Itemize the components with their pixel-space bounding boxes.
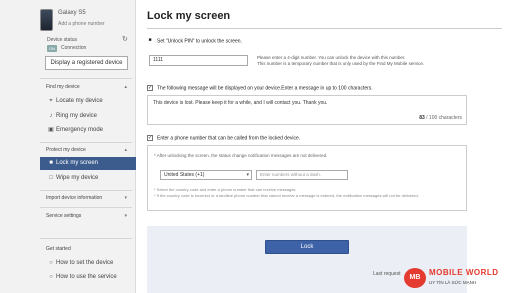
section-label: Get started — [46, 246, 71, 252]
nav-how-to-set-the-device[interactable]: ○ How to set the device — [40, 257, 136, 270]
country-code-note: * Select the country code and enter a ph… — [154, 187, 297, 192]
pin-help-text: Please enter a 4-digit number. You can u… — [257, 55, 477, 67]
divider — [40, 238, 132, 239]
nav-emergency-mode[interactable]: ▣ Emergency mode — [40, 124, 136, 137]
pin-label: Set "Unlock PIN" to unlock the screen. — [157, 38, 242, 45]
page-title: Lock my screen — [147, 10, 231, 22]
mobile-world-watermark: MB MOBILE WORLD UY TÍN LÀ SỨC MẠNH — [404, 264, 512, 293]
nav-label: Wipe my device — [56, 175, 99, 181]
chevron-down-icon: ▾ — [124, 213, 127, 219]
phone-checkbox[interactable]: ✓ — [147, 135, 153, 141]
divider — [40, 190, 132, 191]
watermark-brand: MOBILE WORLD — [429, 268, 499, 277]
section-label: Protect my device — [46, 147, 86, 153]
wipe-icon: □ — [49, 175, 53, 181]
section-find-my-device[interactable]: Find my device ▴ — [46, 84, 130, 90]
divider — [40, 142, 132, 143]
nav-label: Ring my device — [56, 113, 98, 119]
message-checkbox[interactable]: ✓ — [147, 85, 153, 91]
character-max: / 100 characters — [424, 115, 462, 121]
bullet-icon: ■ — [148, 37, 152, 43]
connection-status-badge: ON — [47, 45, 57, 52]
section-service-settings[interactable]: Service settings ▾ — [46, 213, 130, 219]
section-label: Service settings — [46, 213, 82, 219]
lock-icon: ■ — [49, 160, 53, 166]
device-name: Galaxy S5 — [58, 10, 86, 16]
chevron-up-icon: ▴ — [124, 84, 127, 90]
connection-label: Connection — [61, 45, 87, 51]
message-label: The following message will be displayed … — [157, 85, 373, 92]
section-get-started: Get started — [46, 246, 130, 252]
divider — [40, 78, 132, 79]
message-text: This device is lost. Please keep it for … — [153, 100, 328, 106]
pin-help-line: This number is a temporary number that i… — [257, 61, 425, 66]
nav-label: Emergency mode — [56, 127, 104, 133]
unlock-pin-input[interactable]: 1111 — [149, 55, 248, 66]
device-card[interactable]: Galaxy S5 Add a phone number — [40, 6, 132, 34]
nav-label: How to set the device — [56, 260, 114, 266]
add-phone-link[interactable]: Add a phone number — [58, 21, 105, 27]
phone-label: Enter a phone number that can be called … — [157, 135, 301, 142]
country-code-select[interactable]: United States (+1) ▾ — [160, 170, 252, 180]
phone-number-input[interactable]: Enter numbers without a dash. — [256, 170, 348, 180]
help-icon: ○ — [49, 274, 53, 280]
chevron-down-icon: ▾ — [246, 172, 249, 178]
section-import-device-information[interactable]: Import device information ▾ — [46, 195, 130, 201]
country-value: United States (+1) — [164, 172, 205, 178]
sidebar: Galaxy S5 Add a phone number Device stat… — [0, 0, 136, 293]
nav-lock-my-screen[interactable]: ■ Lock my screen — [40, 157, 136, 170]
ring-icon: ♪ — [49, 113, 53, 119]
phone-panel: * After unlocking the screen, the status… — [147, 145, 467, 211]
nav-wipe-my-device[interactable]: □ Wipe my device — [40, 172, 136, 185]
device-status-title: Device status — [47, 37, 78, 43]
lock-button[interactable]: Lock — [265, 240, 349, 254]
message-checkbox-row[interactable]: ✓ The following message will be displayed… — [147, 85, 373, 91]
section-label: Find my device — [46, 84, 80, 90]
nav-label: Locate my device — [56, 98, 103, 104]
nav-locate-my-device[interactable]: ⌖ Locate my device — [40, 95, 136, 108]
phone-checkbox-row[interactable]: ✓ Enter a phone number that can be called… — [147, 135, 300, 141]
nav-label: How to use the service — [56, 274, 117, 280]
chevron-down-icon: ▾ — [124, 195, 127, 201]
character-counter: 83 / 100 characters — [419, 115, 462, 121]
section-label: Import device information — [46, 195, 103, 201]
after-unlock-note: * After unlocking the screen, the status… — [154, 153, 328, 158]
chevron-up-icon: ▴ — [124, 147, 127, 153]
divider — [40, 207, 132, 208]
section-protect-my-device[interactable]: Protect my device ▴ — [46, 147, 130, 153]
help-icon: ○ — [49, 260, 53, 266]
landline-warning-note: * If the country code is incorrect or a … — [154, 193, 419, 198]
locate-icon: ⌖ — [49, 98, 53, 104]
nav-how-to-use-the-service[interactable]: ○ How to use the service — [40, 271, 136, 284]
display-registered-device-button[interactable]: Display a registered device — [45, 56, 128, 70]
refresh-icon[interactable]: ↻ — [122, 35, 128, 43]
pin-section-label: ■ Set "Unlock PIN" to unlock the screen. — [147, 37, 242, 45]
watermark-slogan: UY TÍN LÀ SỨC MẠNH — [429, 280, 477, 285]
message-textarea[interactable]: This device is lost. Please keep it for … — [147, 95, 467, 125]
last-request-label: Last request — [373, 271, 401, 277]
watermark-logo-badge: MB — [404, 268, 426, 288]
main-content: Lock my screen ■ Set "Unlock PIN" to unlo… — [137, 0, 512, 293]
nav-label: Lock my screen — [56, 160, 99, 166]
title-divider — [147, 28, 502, 29]
nav-ring-my-device[interactable]: ♪ Ring my device — [40, 110, 136, 123]
phone-thumbnail — [40, 9, 53, 31]
emergency-icon: ▣ — [48, 127, 54, 133]
